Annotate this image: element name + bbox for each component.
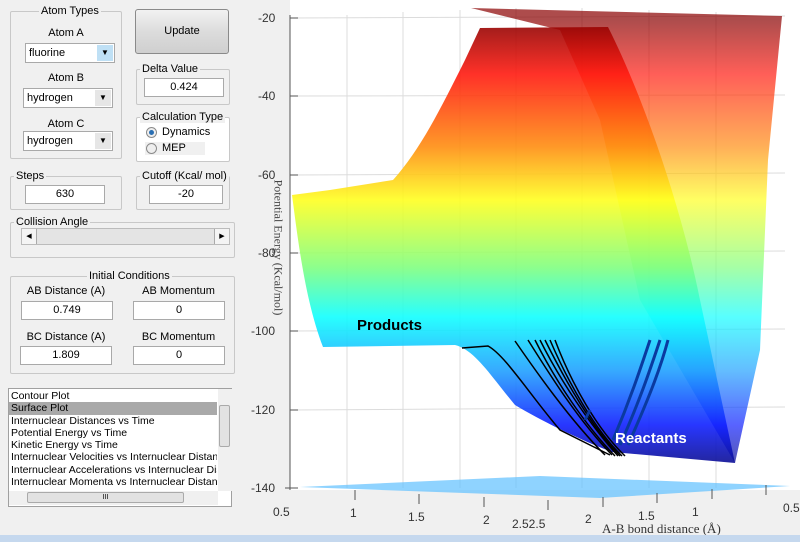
cutoff-input[interactable]: -20 — [149, 185, 223, 204]
ab-momentum-input[interactable]: 0 — [133, 301, 225, 320]
delta-title: Delta Value — [140, 63, 201, 75]
slider-left-arrow-icon[interactable]: ◀ — [22, 229, 37, 244]
x-tick-label: 0.5 — [783, 501, 800, 515]
slider-right-arrow-icon[interactable]: ▶ — [214, 229, 229, 244]
ab-distance-label: AB Distance (A) — [26, 285, 106, 297]
delta-value-group: Delta Value 0.424 — [136, 63, 230, 105]
chevron-down-icon: ▼ — [97, 45, 113, 61]
y-axis-label: Potential Energy (Kcal/mol) — [271, 179, 286, 316]
bc-momentum-input[interactable]: 0 — [133, 346, 225, 365]
list-item[interactable]: Contour Plot — [9, 390, 217, 402]
list-item[interactable]: Internuclear Distances vs Time — [9, 415, 217, 427]
atom-c-value: hydrogen — [27, 135, 73, 147]
bc-distance-label: BC Distance (A) — [26, 331, 106, 343]
atom-types-group: Atom Types Atom A fluorine ▼ Atom B hydro… — [10, 5, 122, 159]
list-item[interactable]: Internuclear Momenta vs Internuclear Dis… — [9, 476, 217, 488]
horizontal-scrollbar[interactable]: III — [9, 491, 218, 505]
x-tick-label: 1.5 — [408, 510, 425, 524]
chevron-down-icon: ▼ — [95, 133, 111, 149]
products-label: Products — [357, 317, 423, 334]
x-tick-label: 1 — [350, 506, 357, 520]
calculation-type-group: Calculation Type Dynamics MEP — [136, 111, 230, 162]
atom-b-value: hydrogen — [27, 92, 73, 104]
cutoff-group: Cutoff (Kcal/ mol) -20 — [136, 170, 230, 210]
list-items: Contour Plot Surface Plot Internuclear D… — [9, 390, 217, 491]
ab-distance-input[interactable]: 0.749 — [21, 301, 113, 320]
bc-momentum-label: BC Momentum — [141, 331, 216, 343]
x-tick-label: 0.5 — [273, 505, 290, 519]
surface-plot — [285, 0, 800, 510]
y-tick-label: -40 — [258, 89, 276, 103]
update-button[interactable]: Update — [135, 9, 229, 54]
collision-angle-slider[interactable]: ◀ ▶ — [21, 228, 230, 245]
window-bottom-border — [0, 535, 800, 542]
x-tick-label: 1 — [692, 505, 699, 519]
scroll-thumb[interactable] — [219, 405, 230, 447]
initial-conditions-group: Initial Conditions AB Distance (A) AB Mo… — [10, 270, 235, 374]
atom-c-select[interactable]: hydrogen ▼ — [23, 131, 113, 151]
steps-input[interactable]: 630 — [25, 185, 105, 204]
collision-angle-title: Collision Angle — [14, 216, 91, 228]
reactants-label: Reactants — [615, 430, 687, 447]
list-item[interactable]: Potential Energy vs Time — [9, 427, 217, 439]
h-scroll-thumb[interactable]: III — [27, 492, 184, 503]
grip-icon: III — [102, 494, 109, 501]
mep-label: MEP — [162, 142, 186, 154]
initial-conditions-title: Initial Conditions — [87, 270, 172, 282]
atom-b-select[interactable]: hydrogen ▼ — [23, 88, 113, 108]
calc-type-title: Calculation Type — [140, 111, 226, 123]
mep-radio[interactable] — [146, 143, 157, 154]
atom-a-value: fluorine — [29, 47, 66, 59]
atom-b-label: Atom B — [47, 72, 85, 84]
y-tick-label: -20 — [258, 11, 276, 25]
ab-momentum-label: AB Momentum — [142, 285, 215, 297]
list-item[interactable]: Internuclear Velocities vs Internuclear … — [9, 451, 217, 463]
atom-a-select[interactable]: fluorine ▼ — [25, 43, 115, 63]
collision-angle-group: Collision Angle ◀ ▶ — [10, 216, 235, 258]
list-item[interactable]: Internuclear Accelerations vs Internucle… — [9, 464, 217, 476]
plot-area[interactable]: -20 -40 -60 -80 -100 -120 -140 Potential… — [240, 0, 800, 536]
bc-distance-input[interactable]: 1.809 — [20, 346, 112, 365]
plot-type-listbox[interactable]: Contour Plot Surface Plot Internuclear D… — [8, 388, 232, 507]
y-tick-label: -140 — [251, 481, 276, 495]
steps-group: Steps 630 — [10, 170, 122, 210]
x-tick-label: 2 — [585, 512, 592, 526]
steps-title: Steps — [14, 170, 47, 182]
update-label: Update — [164, 25, 200, 37]
atom-c-label: Atom C — [47, 118, 85, 130]
dynamics-label: Dynamics — [162, 126, 211, 138]
y-tick-label: -120 — [251, 403, 276, 417]
cutoff-title: Cutoff (Kcal/ mol) — [140, 170, 229, 182]
atom-types-title: Atom Types — [39, 5, 101, 17]
dynamics-radio[interactable] — [146, 127, 157, 138]
list-item[interactable]: Kinetic Energy vs Time — [9, 439, 217, 451]
chevron-down-icon: ▼ — [95, 90, 111, 106]
vertical-scrollbar[interactable] — [218, 389, 232, 491]
delta-value-input[interactable]: 0.424 — [144, 78, 224, 97]
x-tick-label: 2.52.5 — [512, 517, 546, 531]
x-tick-label: 2 — [483, 513, 490, 527]
atom-a-label: Atom A — [48, 27, 84, 39]
list-item-selected[interactable]: Surface Plot — [9, 402, 217, 415]
